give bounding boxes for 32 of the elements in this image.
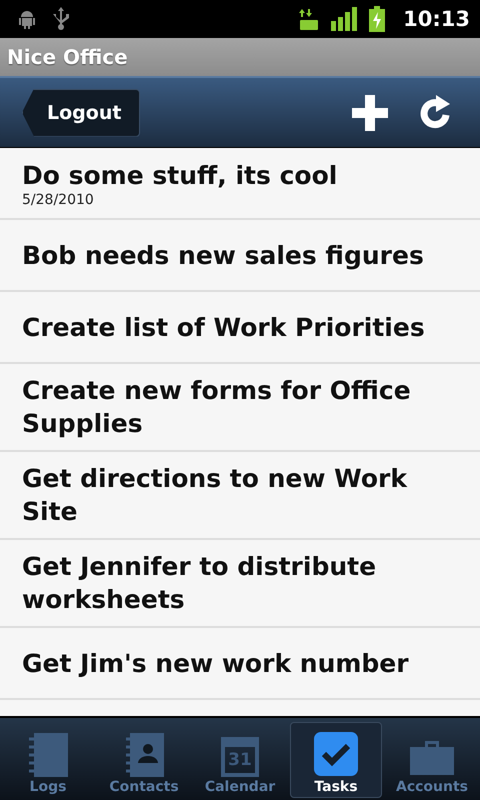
task-row[interactable]: Do some stuff, its cool 5/28/2010 — [0, 148, 480, 220]
network-3g-icon — [299, 7, 320, 31]
signal-icon — [331, 7, 358, 31]
task-title: Get directions to new Work Site — [22, 463, 408, 528]
task-title: Get Jim's new work number — [22, 648, 410, 680]
battery-charging-icon — [369, 6, 386, 32]
app-title: Nice Office — [7, 45, 128, 69]
tab[interactable]: Tasks — [290, 722, 382, 798]
calendar-icon: 31 — [221, 737, 259, 777]
checkmark-icon — [313, 731, 359, 777]
tab[interactable]: Contacts — [98, 722, 190, 798]
task-row[interactable]: Create new forms for Office Supplies — [0, 364, 480, 452]
task-row[interactable]: Get directions to new Work Site — [0, 452, 480, 540]
task-title: Do some stuff, its cool — [22, 160, 338, 192]
task-row[interactable]: Bob needs new sales figures — [0, 220, 480, 292]
task-row[interactable]: Create list of Work Priorities — [0, 292, 480, 364]
task-title: Create new forms for Office Supplies — [22, 375, 412, 440]
tab[interactable]: Logs — [2, 722, 94, 798]
clock: 10:13 — [403, 7, 470, 31]
tab[interactable]: Accounts — [386, 722, 478, 798]
task-title: Get Jennifer to distribute worksheets — [22, 551, 378, 616]
task-row[interactable]: Get Jennifer to distribute worksheets — [0, 540, 480, 628]
task-row[interactable]: Get Jim's new work number — [0, 628, 480, 700]
task-date: 5/28/2010 — [22, 192, 95, 208]
usb-icon — [50, 6, 72, 32]
tab[interactable]: 31 Calendar — [194, 722, 286, 798]
notebook-icon — [26, 731, 70, 777]
android-icon — [16, 8, 38, 30]
logout-button[interactable]: Logout — [22, 88, 140, 136]
task-title: Create list of Work Priorities — [22, 312, 426, 344]
add-icon[interactable] — [350, 92, 390, 132]
task-title: Bob needs new sales figures — [22, 240, 425, 272]
